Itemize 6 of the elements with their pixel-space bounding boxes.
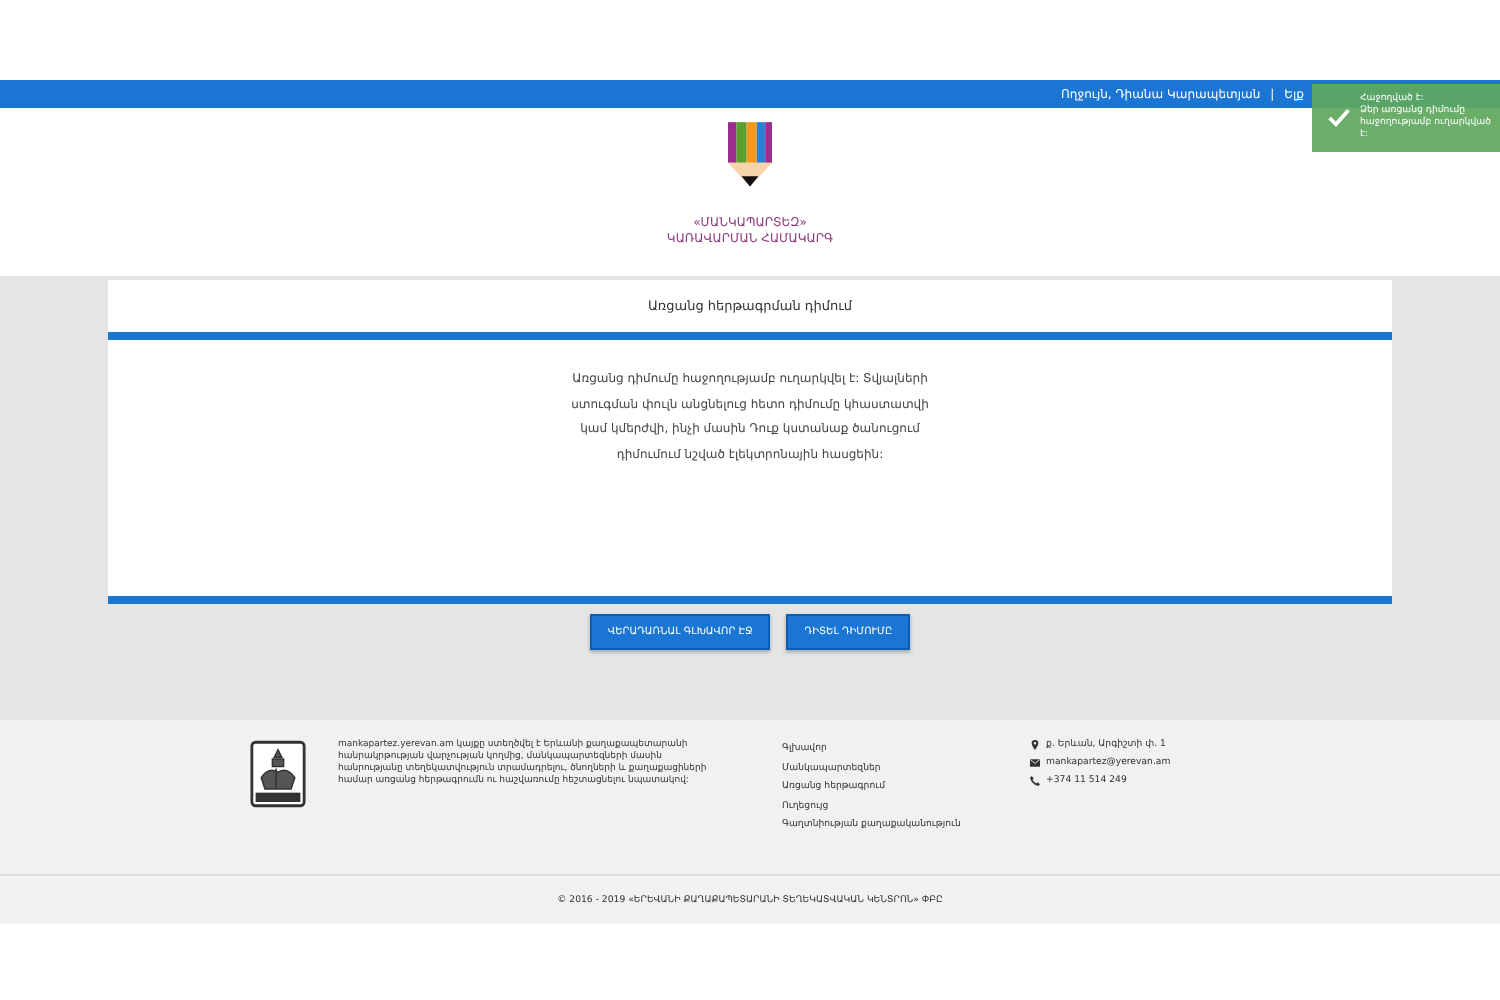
envelope-icon bbox=[1030, 758, 1040, 768]
location-pin-icon bbox=[1030, 740, 1040, 750]
city-emblem-icon bbox=[250, 740, 306, 808]
phone-icon bbox=[1030, 776, 1040, 786]
pencil-logo-icon bbox=[728, 120, 772, 192]
checkmark-icon bbox=[1328, 108, 1350, 128]
